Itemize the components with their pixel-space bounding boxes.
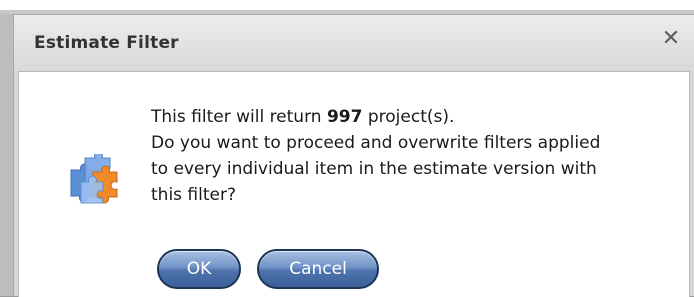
project-count: 997	[326, 107, 363, 127]
cancel-button[interactable]: Cancel	[257, 249, 379, 289]
message-line-4: this filter?	[151, 185, 236, 205]
message-line-3: to every individual item in the estimate…	[151, 159, 597, 179]
estimate-filter-dialog: Estimate Filter ✕ This filter will retur…	[13, 14, 694, 297]
ok-button[interactable]: OK	[157, 249, 241, 289]
puzzle-pieces-icon	[70, 154, 118, 204]
message-line-2: Do you want to proceed and overwrite fil…	[151, 133, 601, 153]
message-line-1-suffix: project(s).	[362, 107, 455, 127]
close-icon[interactable]: ✕	[659, 27, 683, 51]
message-line-1-prefix: This filter will return	[151, 107, 327, 127]
dialog-message: This filter will return 997 project(s). …	[151, 104, 671, 208]
dialog-body: This filter will return 997 project(s). …	[18, 71, 690, 297]
dialog-titlebar: Estimate Filter ✕	[14, 15, 694, 71]
message-line-1: This filter will return 997 project(s).	[151, 104, 671, 130]
dialog-title: Estimate Filter	[34, 33, 179, 53]
